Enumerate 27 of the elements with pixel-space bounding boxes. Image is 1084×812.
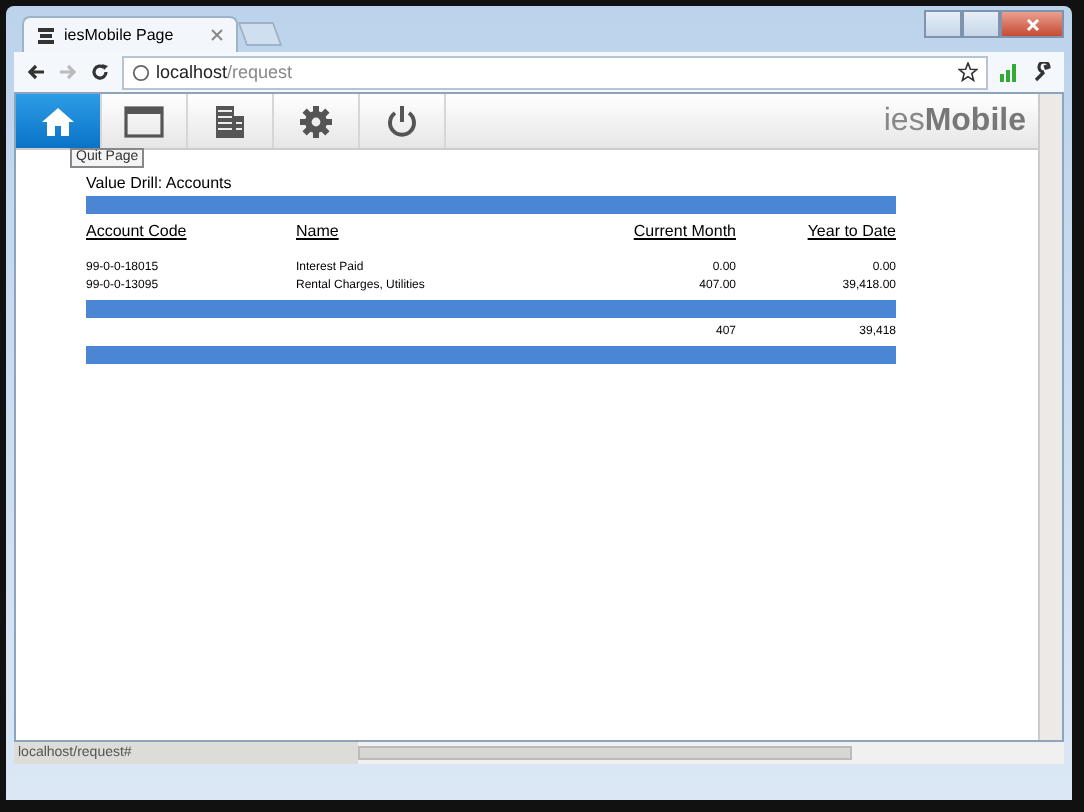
close-button[interactable] [1000,10,1064,38]
maximize-button[interactable] [962,10,1000,38]
menu-icon [36,25,56,45]
close-icon [1025,17,1039,31]
report-title: Value Drill: Accounts [86,174,234,194]
column-header[interactable]: Account Code [86,220,296,244]
settings-icon [298,103,334,139]
window-icon [124,105,164,137]
address-field[interactable]: localhost/request [122,55,988,89]
minimize-button[interactable] [924,10,962,38]
home-icon [40,103,76,139]
browser-tab[interactable]: iesMobile Page [22,16,238,52]
brand-logo: iesMobile [883,103,1028,139]
building-icon [212,103,248,139]
nav-button[interactable] [16,94,102,148]
tab-title: iesMobile Page [64,26,176,44]
column-header[interactable]: Name [296,220,566,244]
back-icon[interactable] [26,62,46,82]
column-header[interactable]: Current Month [566,220,736,244]
star-icon[interactable] [958,62,978,82]
close-icon[interactable] [210,28,224,42]
column-header[interactable]: Year to Date [736,220,896,244]
power-icon [384,103,420,139]
vertical-scrollbar[interactable] [1038,94,1062,740]
signal-icon[interactable] [1000,62,1020,82]
reload-icon[interactable] [90,62,110,82]
globe-icon [132,63,150,81]
